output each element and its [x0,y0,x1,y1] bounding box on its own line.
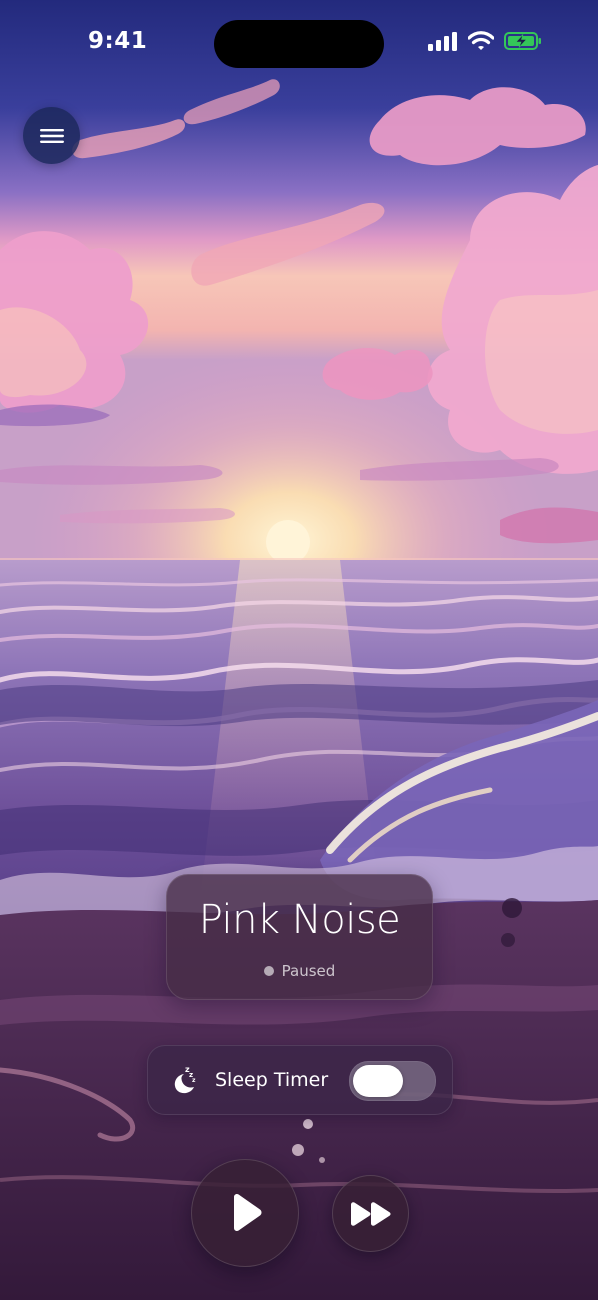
status-time: 9:41 [88,28,148,54]
menu-button[interactable] [23,107,80,164]
playback-status: Paused [167,962,432,980]
status-dot-icon [263,966,274,976]
status-icons [428,31,542,51]
wifi-icon [468,31,494,50]
track-title: Pink Noise [198,897,401,943]
fast-forward-icon [350,1201,391,1226]
cellular-signal-icon [428,32,457,51]
sleep-timer-label: Sleep Timer [215,1069,329,1091]
app-screen: 9:41 Pink Noise Paused z z z Sleep Timer [0,0,598,1300]
now-playing-card: Pink Noise Paused [166,874,433,1000]
playback-status-label: Paused [281,962,336,980]
battery-charging-icon [504,32,541,50]
svg-text:z: z [192,1077,196,1084]
fast-forward-button[interactable] [332,1175,409,1252]
dynamic-island [214,20,384,68]
sleep-timer-bar: z z z Sleep Timer [147,1045,453,1115]
moon-zzz-icon: z z z [174,1065,196,1094]
status-bar: 9:41 [0,0,598,90]
sleep-timer-toggle-knob [353,1065,403,1097]
hamburger-menu-icon [39,128,64,143]
play-button[interactable] [191,1159,299,1267]
play-icon [234,1193,262,1232]
sleep-timer-toggle[interactable] [349,1061,436,1101]
